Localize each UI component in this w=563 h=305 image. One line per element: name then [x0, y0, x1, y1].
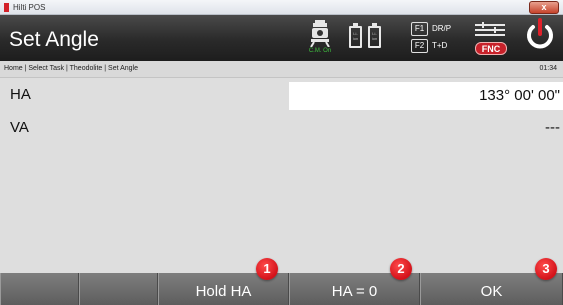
softkey-bar: Hold HA HA = 0 OK: [0, 273, 563, 305]
power-icon: [527, 18, 553, 49]
fnc-button[interactable]: FNC: [474, 18, 508, 58]
fnc-badge: FNC: [475, 42, 507, 55]
window-titlebar: Hilti POS x: [0, 0, 563, 15]
f1-key-icon: F1: [411, 22, 428, 36]
ha-label: HA: [10, 86, 31, 103]
callout-badge: 3: [535, 258, 557, 280]
va-label: VA: [10, 119, 29, 136]
compensator-status-label: C.M. On: [308, 48, 332, 54]
page-title: Set Angle: [9, 28, 99, 51]
battery-icon: Li-ion: [368, 23, 381, 48]
function-keys: F1 DR/P F2 T+D: [411, 18, 471, 58]
main-content: HA 133° 00' 00" VA ---: [0, 78, 563, 273]
power-button[interactable]: [524, 18, 560, 58]
f2-key-icon: F2: [411, 39, 428, 53]
callout-badge: 1: [256, 258, 278, 280]
battery-status[interactable]: Li-ion Li-ion: [345, 18, 387, 58]
app-icon: [4, 3, 9, 12]
softkey-2[interactable]: [79, 273, 158, 305]
breadcrumb-bar: Home | Select Task | Theodolite | Set An…: [0, 61, 563, 78]
clock: 01:34: [539, 65, 557, 72]
ha-input[interactable]: 133° 00' 00": [289, 82, 563, 110]
tripod-icon: [310, 20, 330, 47]
app-header: Set Angle C.M. On Li-ion Li-ion F1 DR/P …: [0, 15, 563, 61]
softkey-1[interactable]: [0, 273, 79, 305]
breadcrumb: Home | Select Task | Theodolite | Set An…: [4, 65, 138, 72]
va-value: ---: [545, 119, 560, 136]
window-close-button[interactable]: x: [529, 1, 559, 14]
f1-key-label: DR/P: [432, 24, 452, 33]
instrument-status-button[interactable]: C.M. On: [305, 18, 335, 58]
f2-key-label: T+D: [432, 41, 448, 50]
battery-icon: Li-ion: [349, 23, 362, 48]
callout-badge: 2: [390, 258, 412, 280]
window-title: Hilti POS: [13, 3, 46, 12]
